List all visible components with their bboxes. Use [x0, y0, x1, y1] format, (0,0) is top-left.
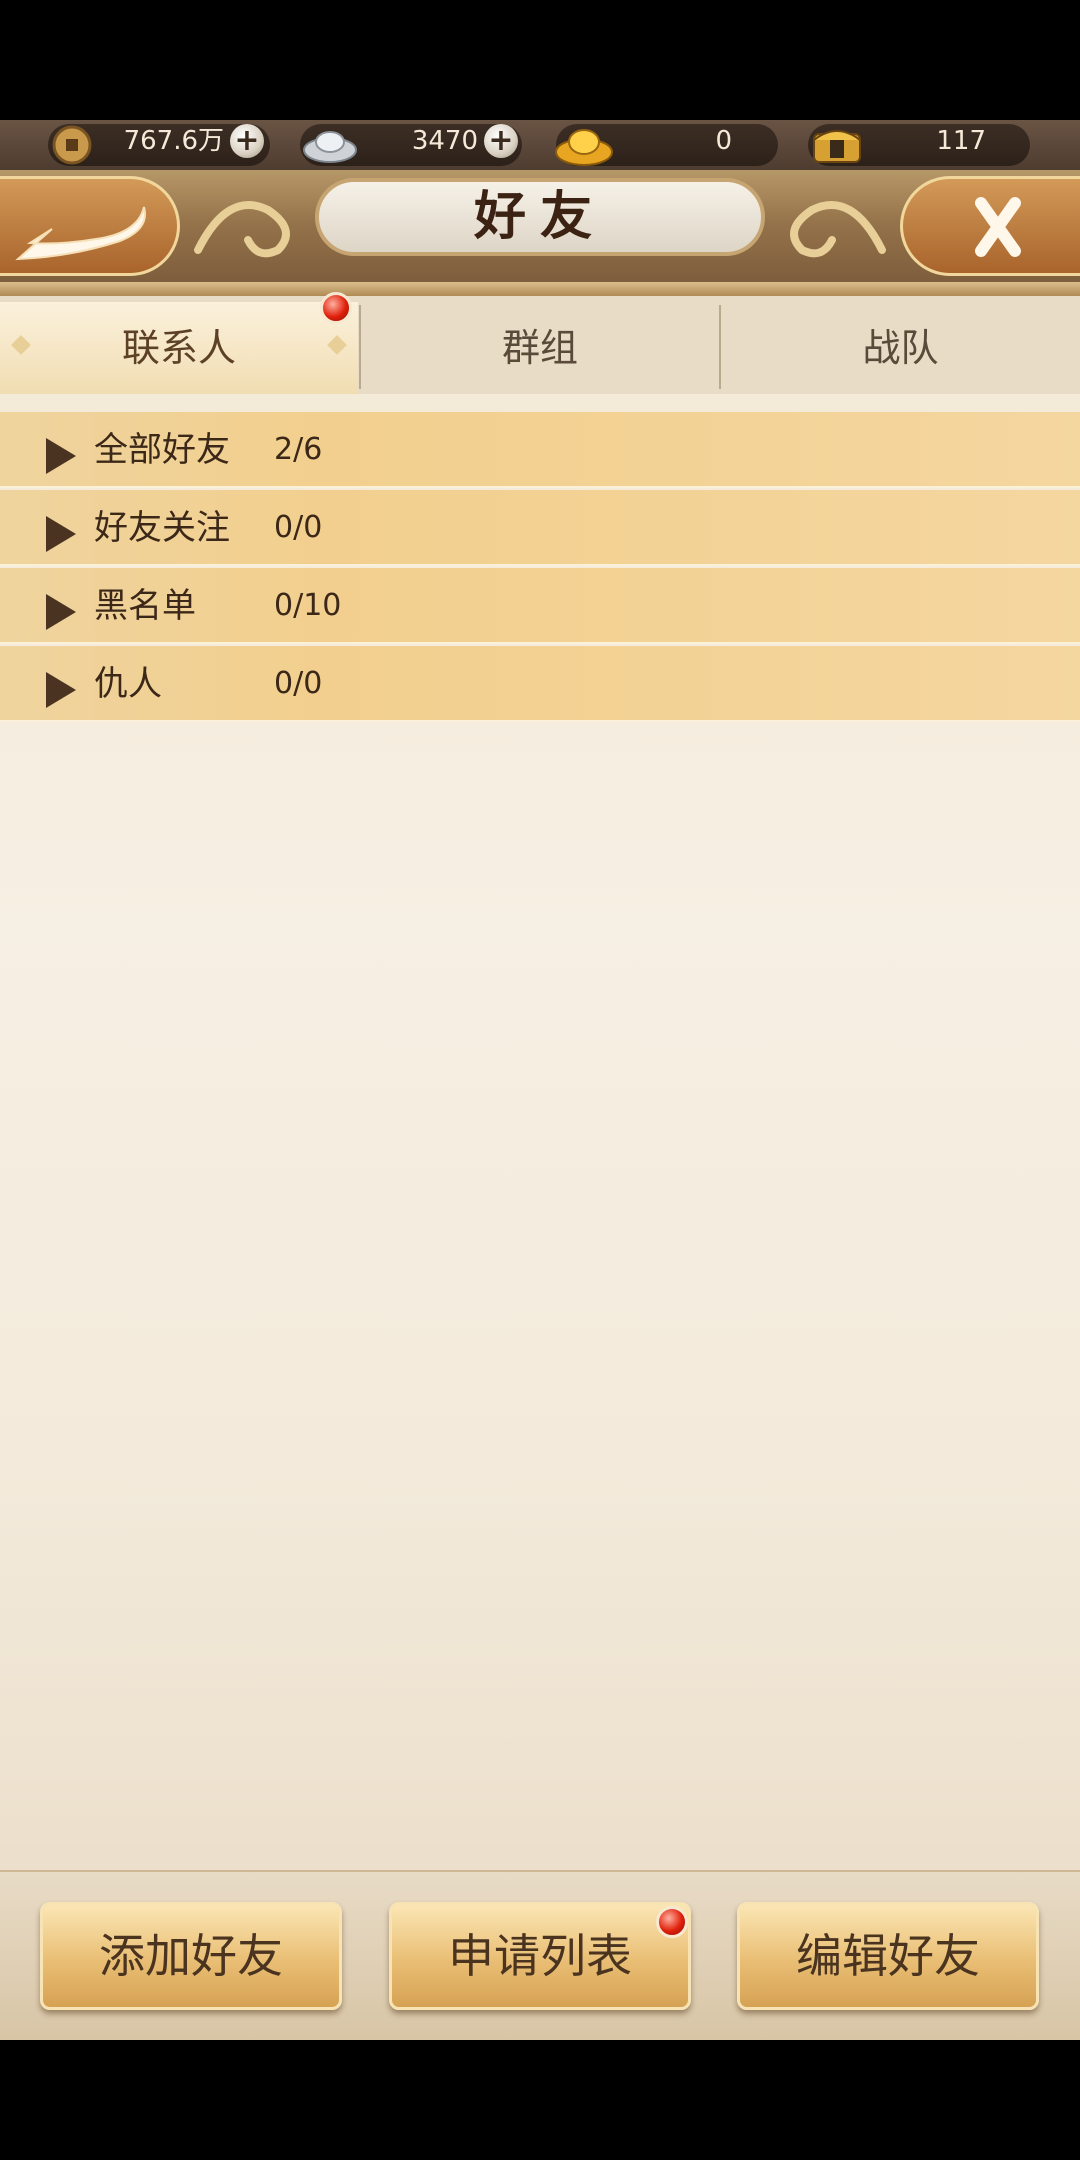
add-copper-button[interactable]: + — [230, 124, 264, 158]
category-all-friends[interactable]: 全部好友 2/6 — [0, 412, 1080, 488]
contacts-notification-badge — [320, 292, 352, 324]
expand-arrow-icon — [46, 516, 76, 552]
back-button[interactable] — [0, 176, 180, 276]
status-bar — [0, 0, 1080, 120]
expand-arrow-icon — [46, 672, 76, 708]
tab-contacts[interactable]: 联系人 — [0, 302, 358, 394]
ticket-amount: 117 — [936, 126, 986, 156]
request-list-button[interactable]: 申请列表 — [389, 1902, 691, 2010]
category-enemies[interactable]: 仇人 0/0 — [0, 646, 1080, 722]
request-notification-badge — [656, 1906, 688, 1938]
tab-groups-label: 群组 — [501, 326, 578, 370]
treasure-chest-icon — [813, 130, 861, 163]
close-icon — [975, 197, 1021, 257]
navigation-bar — [0, 2040, 1080, 2160]
currency-bar: 767.6万 + 3470 + 0 117 — [0, 120, 1080, 170]
category-label: 黑名单 — [94, 586, 196, 626]
category-label: 仇人 — [94, 664, 162, 704]
category-count: 2/6 — [274, 432, 323, 467]
page-title: 好友 — [473, 186, 606, 247]
edit-friend-button[interactable]: 编辑好友 — [737, 1902, 1039, 2010]
expand-arrow-icon — [46, 594, 76, 630]
tab-team[interactable]: 战队 — [721, 302, 1080, 394]
copper-amount: 767.6万 — [123, 126, 224, 156]
tab-contacts-label: 联系人 — [121, 326, 236, 370]
back-arrow-icon — [15, 206, 146, 261]
gold-ingot-icon — [555, 129, 613, 166]
category-followed-friends[interactable]: 好友关注 0/0 — [0, 490, 1080, 566]
copper-coin-icon — [52, 125, 92, 165]
gold-amount: 0 — [715, 126, 732, 156]
category-label: 全部好友 — [94, 430, 230, 470]
tab-team-label: 战队 — [862, 326, 939, 370]
category-count: 0/0 — [274, 510, 323, 545]
category-count: 0/10 — [274, 588, 342, 623]
tab-groups[interactable]: 群组 — [361, 302, 719, 394]
header-trim — [0, 282, 1080, 296]
add-silver-button[interactable]: + — [484, 124, 518, 158]
category-label: 好友关注 — [94, 508, 230, 548]
expand-arrow-icon — [46, 438, 76, 474]
close-button[interactable] — [900, 176, 1080, 276]
silver-amount: 3470 — [411, 126, 478, 156]
category-count: 0/0 — [274, 666, 323, 701]
category-blacklist[interactable]: 黑名单 0/10 — [0, 568, 1080, 644]
left-ornament-icon — [194, 201, 290, 258]
silver-ingot-icon — [303, 131, 357, 163]
right-ornament-icon — [790, 201, 886, 258]
add-friend-button[interactable]: 添加好友 — [40, 1902, 342, 2010]
